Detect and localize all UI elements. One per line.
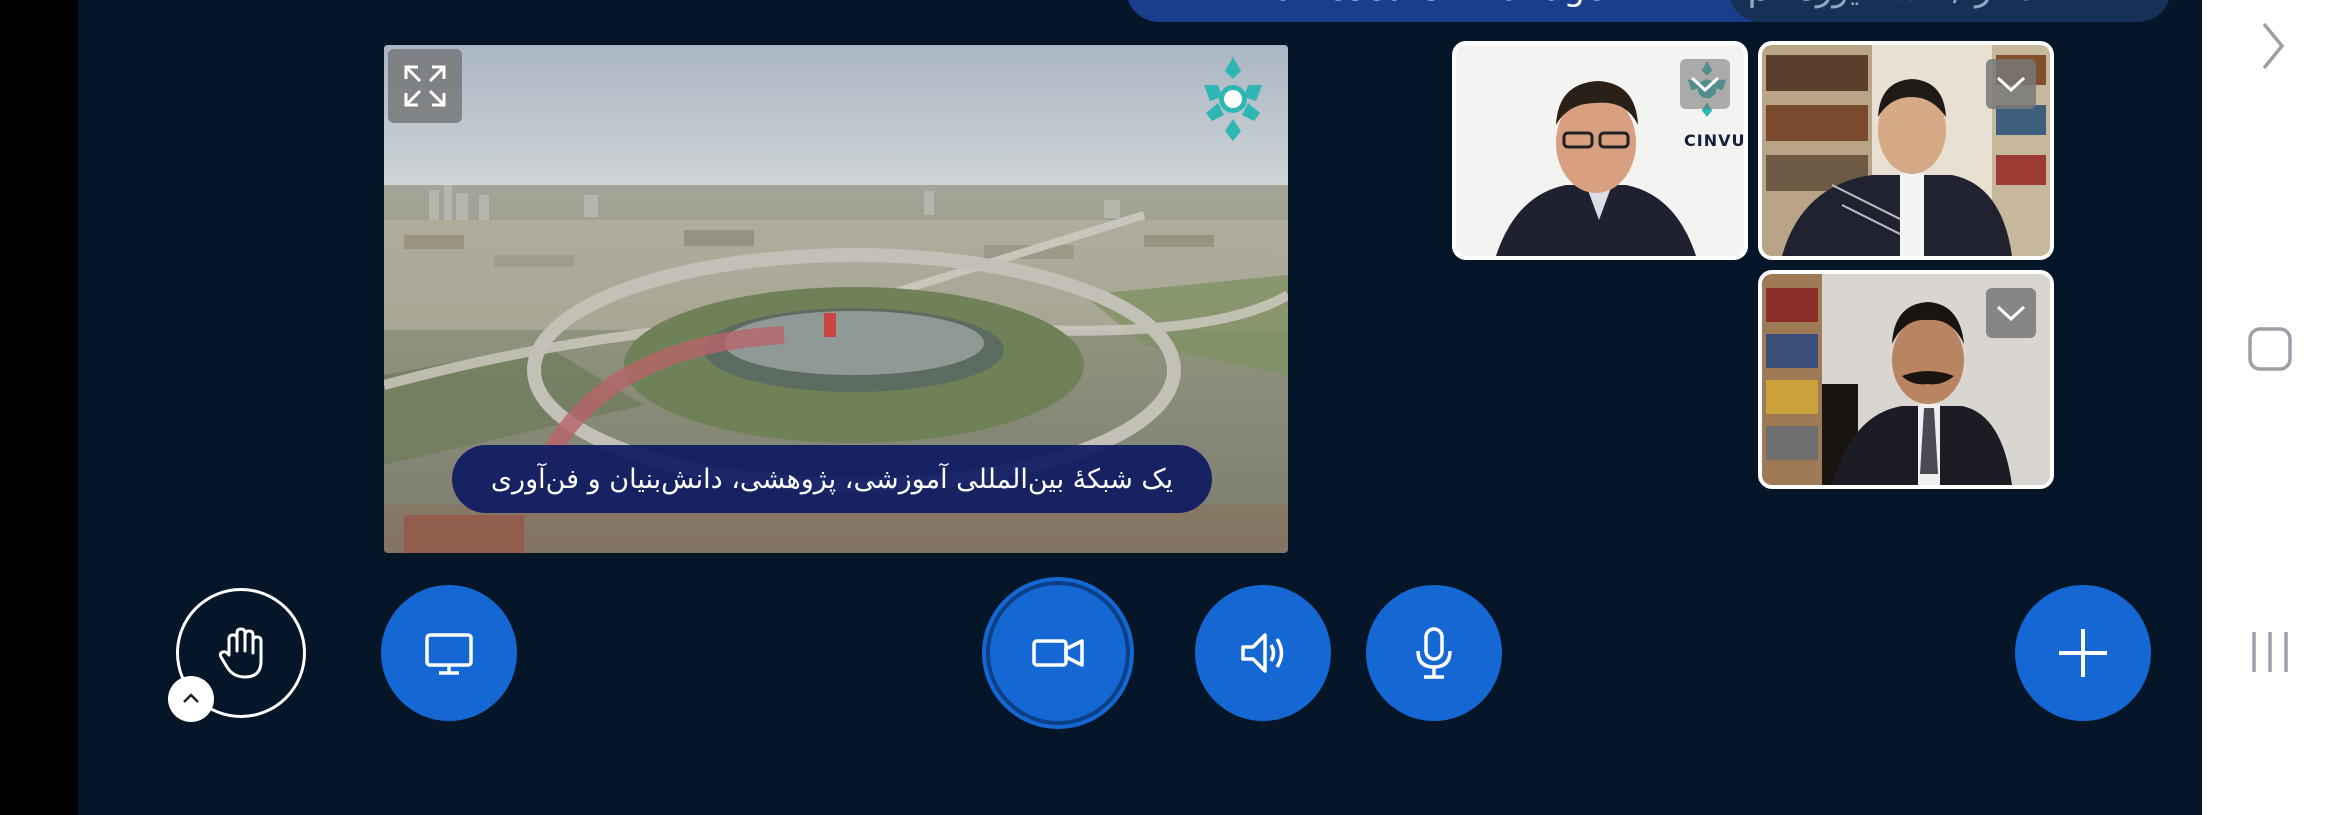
chevron-down-icon bbox=[1996, 76, 2026, 93]
chevron-down-icon bbox=[1996, 305, 2026, 322]
caption-text: یک شبکهٔ بین‌المللی آموزشی، پژوهشی، دانش… bbox=[490, 463, 1174, 495]
participant-tile-label: CINVU bbox=[1684, 131, 1746, 150]
more-options-button[interactable] bbox=[2015, 585, 2151, 721]
camera-button[interactable] bbox=[986, 581, 1130, 725]
chevron-right-icon bbox=[2262, 22, 2285, 70]
speaker-icon bbox=[1241, 633, 1284, 673]
participant-name: دکتر / حسنا یوره‌گلم bbox=[1748, 0, 2036, 9]
expand-arrows-icon bbox=[404, 65, 446, 107]
hand-icon bbox=[218, 627, 263, 679]
monitor-icon bbox=[425, 633, 473, 675]
microphone-icon bbox=[1416, 627, 1452, 679]
speaker-button[interactable] bbox=[1195, 585, 1331, 721]
participant-name-pill[interactable]: دکتر / حسنا یوره‌گلم bbox=[1728, 0, 2171, 22]
microphone-button[interactable] bbox=[1366, 585, 1502, 721]
cinvu-logo-icon bbox=[1204, 57, 1262, 141]
nav-recents-button[interactable] bbox=[2244, 630, 2296, 674]
home-square-icon bbox=[2248, 327, 2292, 371]
expand-button[interactable] bbox=[388, 49, 462, 123]
chevron-up-icon bbox=[183, 693, 199, 703]
caption-bar: یک شبکهٔ بین‌المللی آموزشی، پژوهشی، دانش… bbox=[452, 445, 1212, 513]
participant-tile-2[interactable] bbox=[1758, 41, 2054, 260]
tile-menu-button[interactable] bbox=[1680, 59, 1730, 109]
plus-icon bbox=[2059, 629, 2107, 677]
share-screen-button[interactable] bbox=[381, 585, 517, 721]
meeting-screen: ...o Research Manager 1 دکتر / حسنا یوره… bbox=[78, 0, 2202, 815]
presenter-name-pill[interactable]: ...o Research Manager 1 bbox=[1126, 0, 1782, 22]
nav-home-button[interactable] bbox=[2246, 325, 2294, 373]
nav-back-button[interactable] bbox=[2248, 18, 2298, 74]
tile-menu-button[interactable] bbox=[1986, 288, 2036, 338]
tile-menu-button[interactable] bbox=[1986, 59, 2036, 109]
system-nav-bar bbox=[2202, 0, 2340, 815]
recents-bars-icon bbox=[2252, 632, 2288, 672]
main-video[interactable]: یک شبکهٔ بین‌المللی آموزشی، پژوهشی، دانش… bbox=[384, 45, 1288, 553]
collapse-controls-button[interactable] bbox=[168, 676, 214, 722]
video-camera-icon bbox=[1032, 639, 1084, 667]
participant-tile-1[interactable]: CINVU bbox=[1452, 41, 1748, 260]
presenter-name: ...o Research Manager bbox=[1240, 0, 1620, 9]
participant-tile-3[interactable] bbox=[1758, 270, 2054, 489]
chevron-down-icon bbox=[1690, 76, 1720, 93]
